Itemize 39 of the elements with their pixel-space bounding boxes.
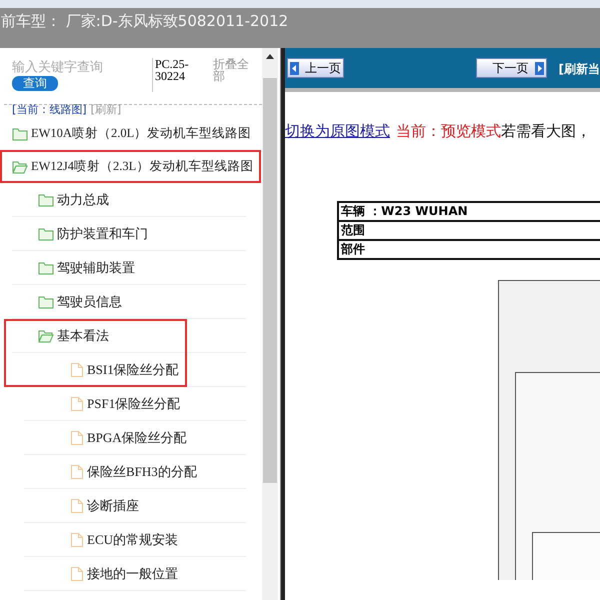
tree-item[interactable]: 保险丝BFH3的分配: [87, 462, 197, 480]
document-icon: [70, 430, 84, 446]
tree-item[interactable]: 驾驶辅助装置: [57, 258, 135, 276]
tree-item[interactable]: 防护装置和车门: [57, 224, 148, 242]
document-icon: [70, 362, 84, 378]
right-arrow-icon: [534, 62, 544, 74]
table-cell: 车辆 ：W23 WUHAN: [339, 203, 600, 222]
tree-item[interactable]: PSF1保险丝分配: [87, 394, 180, 412]
hint-text: 若需看大图，: [501, 122, 591, 141]
tree-item[interactable]: BPGA保险丝分配: [87, 428, 187, 446]
tree-item[interactable]: ECU的常规安装: [87, 530, 178, 548]
table-cell-text: 部件: [340, 241, 366, 258]
document-icon: [70, 566, 84, 582]
document-icon: [70, 464, 84, 480]
refresh-link[interactable]: [刷新当: [558, 60, 600, 78]
scroll-up-icon[interactable]: [266, 54, 274, 59]
code-label: PC.25-30224: [152, 58, 205, 92]
window-title: 前车型： 厂家:D-东风标致5082011-2012: [1, 11, 288, 32]
tree-item[interactable]: 动力总成: [57, 190, 109, 208]
scroll-thumb[interactable]: [263, 78, 277, 483]
table-cell: 范围: [339, 222, 600, 241]
previous-page-button[interactable]: 上一页: [287, 58, 344, 78]
next-page-button[interactable]: 下一页: [476, 58, 547, 78]
tree-item[interactable]: 驾驶员信息: [57, 292, 122, 310]
tree-item[interactable]: 接地的一般位置: [87, 564, 178, 582]
switch-mode-link[interactable]: 切换为原图模式: [285, 122, 390, 141]
document-icon: [70, 396, 84, 412]
tree-item[interactable]: BSI1保险丝分配: [87, 360, 179, 378]
document-icon: [70, 498, 84, 514]
current-view-label: [当前：线路图]: [12, 105, 87, 117]
tree-item[interactable]: 基本看法: [57, 326, 109, 344]
scrollbar[interactable]: [262, 48, 278, 600]
tree-item[interactable]: EW10A喷射（2.0L）发动机车型线路图: [31, 125, 252, 142]
tree-item[interactable]: EW12J4喷射（2.3L）发动机车型线路图: [31, 158, 254, 175]
current-mode-label: 当前：预览模式: [396, 122, 501, 141]
tree-item[interactable]: 诊断插座: [87, 496, 139, 514]
search-button[interactable]: 查询: [12, 76, 58, 91]
document-icon: [70, 532, 84, 548]
left-arrow-icon: [290, 62, 299, 74]
